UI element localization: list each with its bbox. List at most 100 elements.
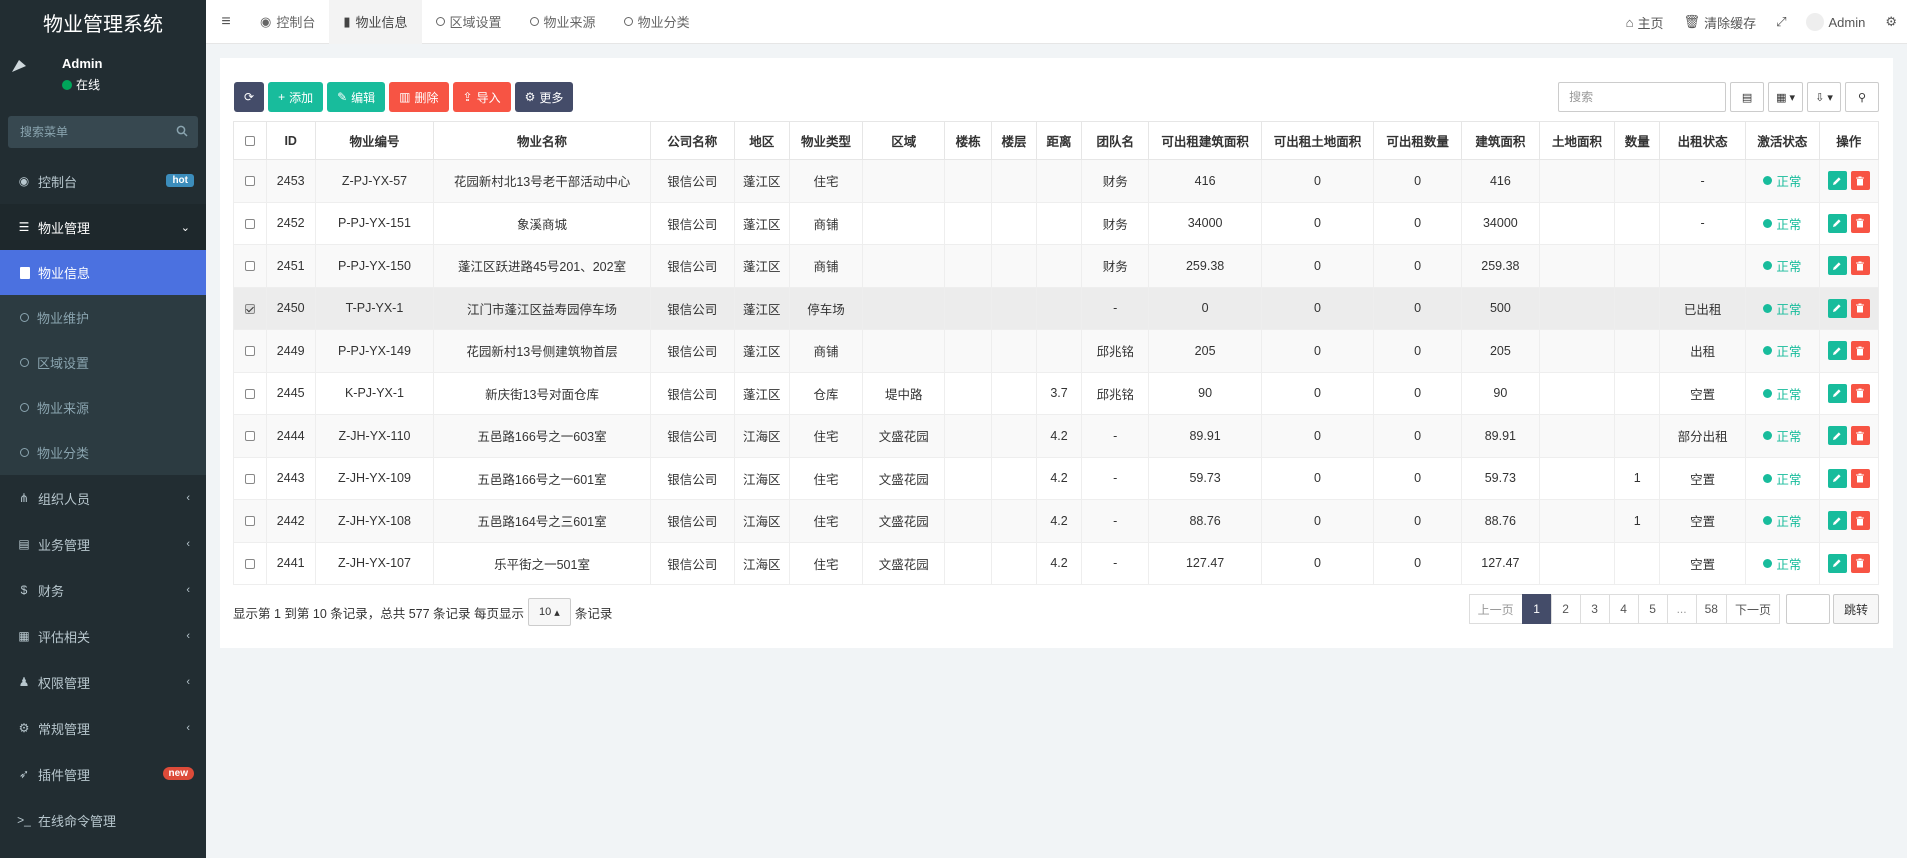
more-button[interactable]: ⚙ 更多 [514, 82, 574, 112]
tab-property-info[interactable]: ▮ 物业信息 [329, 0, 422, 44]
table-row[interactable]: 2443 Z-JH-YX-109 五邑路166号之一601室 银信公司 江海区 住宅 文盛花… [233, 456, 1880, 500]
toggle-view-button[interactable]: ▤ [1730, 82, 1765, 112]
export-button[interactable]: ⇩ ▾ [1807, 82, 1841, 112]
row-edit-button[interactable] [1827, 341, 1847, 361]
menu-toggle-icon[interactable]: ≡ [206, 0, 246, 44]
clear-cache-button[interactable]: 🗑 清除缓存 [1674, 0, 1767, 44]
tab-area-settings[interactable]: 区域设置 [422, 0, 516, 44]
column-header[interactable]: ID [265, 121, 316, 160]
row-delete-button[interactable] [1850, 383, 1870, 403]
page-size-select[interactable]: 10 ▴ [528, 598, 571, 626]
add-button[interactable]: + 添加 [268, 82, 324, 112]
sidebar-subitem-area-settings[interactable]: 区域设置 [0, 340, 206, 385]
tab-dashboard[interactable]: ◉ 控制台 [246, 0, 329, 44]
row-edit-button[interactable] [1827, 256, 1847, 276]
column-header[interactable]: 团队名 [1080, 121, 1150, 160]
row-edit-button[interactable] [1827, 468, 1847, 488]
prev-page-button[interactable]: 上一页 [1468, 594, 1523, 624]
sidebar-item-evaluation[interactable]: ▦ 评估相关 ‹ [0, 613, 206, 659]
row-edit-button[interactable] [1827, 383, 1847, 403]
page-button[interactable]: 2 [1550, 594, 1581, 624]
column-header[interactable]: 距离 [1036, 121, 1082, 160]
column-header[interactable]: 可出租建筑面积 [1148, 121, 1262, 160]
row-checkbox[interactable] [244, 176, 255, 187]
row-checkbox[interactable] [244, 516, 255, 527]
sidebar-item-property[interactable]: ☰ 物业管理 ⌄ [0, 204, 206, 250]
columns-button[interactable]: ▦ ▾ [1768, 82, 1803, 112]
edit-button[interactable]: ✎ 编辑 [327, 82, 386, 112]
row-edit-button[interactable] [1827, 511, 1847, 531]
table-row[interactable]: 2450 T-PJ-YX-1 江门市蓬江区益寿园停车场 银信公司 蓬江区 停车场 -0 0 0 5… [233, 286, 1880, 330]
user-menu[interactable]: Admin [1796, 0, 1875, 44]
page-button[interactable]: 4 [1608, 594, 1639, 624]
page-button[interactable]: 58 [1695, 594, 1727, 624]
page-button[interactable]: 3 [1579, 594, 1610, 624]
row-edit-button[interactable] [1827, 213, 1847, 233]
row-delete-button[interactable] [1850, 553, 1870, 573]
settings-button[interactable]: ⚙ [1875, 0, 1907, 44]
sidebar-subitem-property-maintenance[interactable]: 物业维护 [0, 295, 206, 340]
row-checkbox[interactable] [244, 473, 255, 484]
row-checkbox[interactable] [244, 346, 255, 357]
sidebar-subitem-property-source[interactable]: 物业来源 [0, 385, 206, 430]
table-row[interactable]: 2444 Z-JH-YX-110 五邑路166号之一603室 银信公司 江海区 住宅 文盛花… [233, 414, 1880, 458]
page-button[interactable]: 5 [1637, 594, 1668, 624]
table-row[interactable]: 2452 P-PJ-YX-151 象溪商城 银信公司 蓬江区 商铺 财务 34000 0 0 340… [233, 201, 1880, 245]
search-icon[interactable] [176, 125, 188, 137]
sidebar-search-input[interactable] [8, 116, 198, 148]
fullscreen-button[interactable]: ⤢ [1766, 0, 1796, 44]
jump-page-input[interactable] [1785, 594, 1830, 624]
home-link[interactable]: ⌂ 主页 [1616, 0, 1674, 44]
column-header[interactable]: 土地面积 [1538, 121, 1616, 160]
sidebar-item-business[interactable]: ▤ 业务管理 ‹ [0, 521, 206, 567]
row-checkbox[interactable] [244, 303, 255, 314]
column-header[interactable]: 区域 [862, 121, 946, 160]
column-header[interactable]: 可出租土地面积 [1260, 121, 1375, 160]
sidebar-item-permissions[interactable]: ♟ 权限管理 ‹ [0, 659, 206, 705]
column-header[interactable]: 楼层 [991, 121, 1038, 160]
sidebar-item-dashboard[interactable]: ◉ 控制台 hot [0, 158, 206, 204]
row-checkbox[interactable] [244, 388, 255, 399]
row-delete-button[interactable] [1850, 426, 1870, 446]
table-row[interactable]: 2453 Z-PJ-YX-57 花园新村北13号老干部活动中心 银信公司 蓬江区 住宅 财务… [233, 159, 1880, 203]
next-page-button[interactable]: 下一页 [1725, 594, 1780, 624]
column-header[interactable]: 物业编号 [314, 121, 435, 160]
row-checkbox[interactable] [244, 261, 255, 272]
column-header[interactable]: 建筑面积 [1461, 121, 1540, 160]
refresh-button[interactable]: ⟳ [234, 82, 265, 112]
row-delete-button[interactable] [1850, 256, 1870, 276]
table-search-input[interactable] [1558, 82, 1727, 112]
column-header[interactable]: 公司名称 [649, 121, 735, 160]
table-row[interactable]: 2441 Z-JH-YX-107 乐平街之一501室 银信公司 江海区 住宅 文盛花园 4.2… [233, 541, 1880, 585]
column-header[interactable]: 激活状态 [1745, 121, 1820, 160]
jump-button[interactable]: 跳转 [1832, 594, 1879, 624]
row-delete-button[interactable] [1850, 213, 1870, 233]
tab-property-category[interactable]: 物业分类 [610, 0, 704, 44]
sidebar-item-finance[interactable]: $ 财务 ‹ [0, 567, 206, 613]
row-edit-button[interactable] [1827, 553, 1847, 573]
sidebar-item-plugins[interactable]: ➶ 插件管理 new [0, 751, 206, 797]
column-header[interactable]: 数量 [1614, 121, 1661, 160]
row-checkbox[interactable] [244, 558, 255, 569]
row-edit-button[interactable] [1827, 171, 1847, 191]
table-row[interactable]: 2449 P-PJ-YX-149 花园新村13号侧建筑物首层 银信公司 蓬江区 商铺 邱兆铭… [233, 329, 1880, 373]
delete-button[interactable]: ▥ 删除 [389, 82, 449, 112]
tab-property-source[interactable]: 物业来源 [516, 0, 610, 44]
app-logo[interactable]: 物业管理系统 [0, 0, 206, 44]
row-delete-button[interactable] [1850, 468, 1870, 488]
select-all-checkbox[interactable] [244, 136, 255, 147]
sidebar-item-organization[interactable]: ⋔ 组织人员 ‹ [0, 475, 206, 521]
column-header[interactable]: 楼栋 [944, 121, 993, 160]
table-row[interactable]: 2445 K-PJ-YX-1 新庆街13号对面仓库 银信公司 蓬江区 仓库 堤中路 3.7 邱兆… [233, 371, 1880, 415]
sidebar-subitem-property-info[interactable]: 物业信息 [0, 250, 206, 295]
import-button[interactable]: ⇪ 导入 [452, 82, 511, 112]
column-header[interactable]: 物业类型 [788, 121, 864, 160]
column-header[interactable]: 出租状态 [1659, 121, 1747, 160]
row-checkbox[interactable] [244, 431, 255, 442]
row-edit-button[interactable] [1827, 426, 1847, 446]
row-checkbox[interactable] [244, 218, 255, 229]
row-delete-button[interactable] [1850, 298, 1870, 318]
column-header[interactable]: 地区 [733, 121, 790, 160]
table-row[interactable]: 2451 P-PJ-YX-150 蓬江区跃进路45号201、202室 银信公司 蓬江区商… [233, 244, 1880, 288]
row-delete-button[interactable] [1850, 171, 1870, 191]
